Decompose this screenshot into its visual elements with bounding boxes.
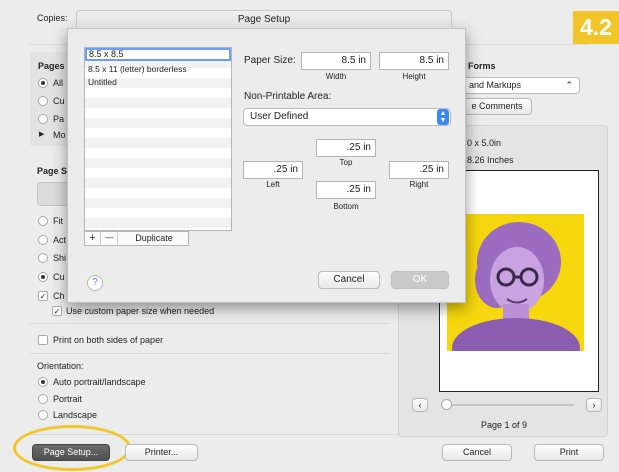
duplicate-button[interactable]: Duplicate (119, 231, 189, 246)
help-icon: ? (92, 277, 98, 288)
version-badge: 4.2 (573, 11, 619, 44)
preview-size-text: 0 x 5.0in (467, 138, 502, 148)
right-margin-label: Right (409, 180, 429, 189)
orientation-portrait-label: Portrait (53, 394, 83, 404)
width-field[interactable]: 8.5 in (301, 52, 371, 70)
scaling-fit-radio[interactable] (38, 216, 48, 226)
forms-heading: Forms (468, 61, 496, 71)
copies-label: Copies: (37, 13, 68, 23)
scaling-shrink-label: Shi (53, 253, 67, 263)
top-margin-field[interactable]: .25 in (316, 139, 376, 157)
height-label: Height (402, 72, 426, 81)
nonprintable-area-label: Non-Printable Area: (244, 91, 332, 102)
choose-label: Ch (53, 291, 65, 301)
page-scaling-label: Page S (37, 166, 68, 176)
scaling-custom-radio[interactable] (38, 272, 48, 282)
page-setup-title: Page Setup (237, 14, 291, 25)
scaling-actual-label: Act (53, 235, 67, 245)
orientation-landscape-radio[interactable] (38, 410, 48, 420)
cancel-button[interactable]: Cancel (318, 271, 380, 289)
scaling-custom-label: Cu (53, 272, 65, 282)
preview-size-inches: 8.26 Inches (467, 155, 514, 165)
both-sides-label: Print on both sides of paper (53, 335, 164, 345)
help-button[interactable]: ? (87, 275, 103, 291)
height-field[interactable]: 8.5 in (379, 52, 449, 70)
portrait-figure (452, 222, 580, 351)
pages-label: Pages (38, 61, 65, 71)
mid-divider (30, 323, 390, 324)
width-label: Width (325, 72, 347, 81)
top-margin-label: Top (339, 158, 353, 167)
highlight-ring (13, 425, 131, 471)
page-setup-titlebar: Page Setup (76, 10, 452, 29)
choose-checkbox[interactable]: ✓ (38, 291, 48, 301)
left-margin-label: Left (266, 180, 280, 189)
pages-range-radio[interactable] (38, 114, 48, 124)
bottom-margin-label: Bottom (333, 202, 359, 211)
pages-current-label: Cu (53, 96, 65, 106)
page-counter: Page 1 of 9 (481, 420, 528, 430)
ok-button[interactable]: OK (391, 271, 449, 289)
orientation-label: Orientation: (37, 361, 84, 371)
list-item-untitled[interactable]: Untitled (88, 77, 117, 87)
nonprintable-area-value: User Defined (250, 111, 309, 122)
bottom-margin-field[interactable]: .25 in (316, 181, 376, 199)
updown-chevron-icon: ⌃ (565, 80, 573, 90)
print-button[interactable]: Print (534, 444, 604, 461)
forms-select-value: and Markups (469, 80, 522, 90)
right-margin-field[interactable]: .25 in (389, 161, 449, 179)
updown-stepper-icon[interactable]: ▲ ▼ (437, 109, 449, 125)
summarize-comments-button[interactable]: e Comments (462, 98, 532, 115)
orientation-auto-label: Auto portrait/landscape (53, 377, 146, 387)
orientation-auto-radio[interactable] (38, 377, 48, 387)
both-sides-checkbox[interactable] (38, 335, 48, 345)
list-item-letter-borderless[interactable]: 8.5 x 11 (letter) borderless (88, 64, 187, 74)
paper-size-list[interactable] (84, 47, 232, 231)
page-slider-track[interactable] (444, 404, 574, 406)
pages-range-label: Pa (53, 114, 65, 124)
scaling-shrink-radio[interactable] (38, 253, 48, 263)
next-page-button[interactable]: › (586, 398, 602, 412)
version-badge-text: 4.2 (580, 14, 612, 40)
low-divider (30, 353, 390, 354)
pages-all-label: All (53, 78, 64, 88)
scaling-tab-bar[interactable] (37, 182, 70, 206)
pages-current-radio[interactable] (38, 96, 48, 106)
portrait-image (447, 214, 584, 351)
page-slider-knob[interactable] (441, 399, 452, 410)
forms-select[interactable]: and Markups ⌃ (462, 77, 580, 94)
use-custom-size-checkbox[interactable]: ✓ (52, 306, 62, 316)
more-options-label: Mo (53, 130, 66, 140)
remove-size-button[interactable]: — (102, 231, 118, 246)
add-size-button[interactable]: + (85, 231, 101, 246)
orientation-portrait-radio[interactable] (38, 394, 48, 404)
orientation-landscape-label: Landscape (53, 410, 98, 420)
disclosure-triangle-icon[interactable]: ▶ (39, 130, 44, 138)
cancel-print-button[interactable]: Cancel (442, 444, 512, 461)
scaling-actual-radio[interactable] (38, 235, 48, 245)
list-item-edit-field[interactable]: 8.5 x 8.5 (85, 48, 231, 61)
scaling-fit-label: Fit (53, 216, 63, 226)
paper-size-label: Paper Size: (244, 55, 296, 66)
use-custom-size-label: Use custom paper size when needed (66, 306, 215, 316)
previous-page-button[interactable]: ‹ (412, 398, 428, 412)
left-margin-field[interactable]: .25 in (243, 161, 303, 179)
pages-all-radio[interactable] (38, 78, 48, 88)
printer-button[interactable]: Printer... (125, 444, 198, 461)
nonprintable-area-select[interactable]: User Defined (243, 108, 451, 126)
